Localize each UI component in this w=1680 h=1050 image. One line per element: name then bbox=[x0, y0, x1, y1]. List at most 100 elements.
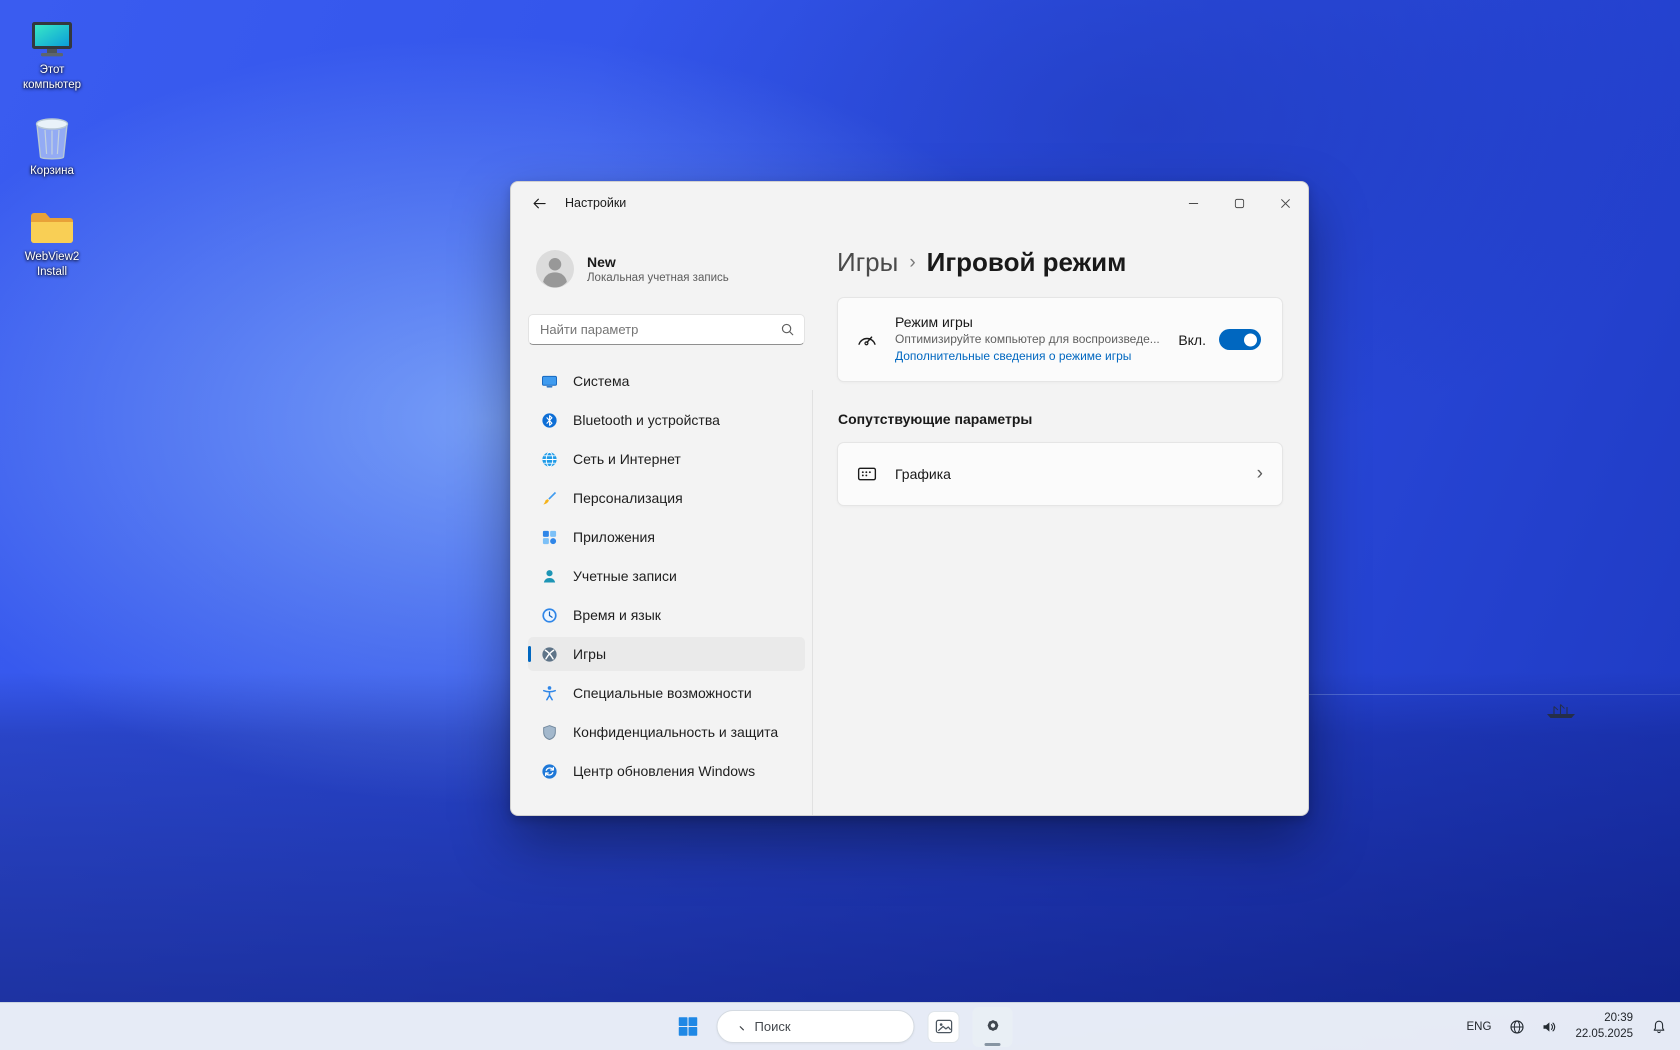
person-icon bbox=[541, 568, 558, 585]
folder-icon bbox=[29, 199, 75, 247]
game-mode-controls: Вкл. bbox=[1178, 329, 1261, 350]
clock-icon bbox=[541, 607, 558, 624]
nav-label: Персонализация bbox=[573, 490, 683, 506]
game-mode-icon bbox=[856, 329, 878, 351]
system-icon bbox=[541, 373, 558, 390]
close-button[interactable] bbox=[1262, 182, 1308, 224]
nav-item-personalization[interactable]: Персонализация bbox=[528, 481, 805, 515]
nav-label: Учетные записи bbox=[573, 568, 677, 584]
nav-item-games[interactable]: Игры bbox=[528, 637, 805, 671]
update-icon bbox=[541, 763, 558, 780]
globe-icon bbox=[541, 451, 558, 468]
toggle-knob bbox=[1244, 333, 1257, 346]
graphics-label: Графика bbox=[895, 466, 1257, 482]
nav-item-time-language[interactable]: Время и язык bbox=[528, 598, 805, 632]
settings-search-input[interactable] bbox=[528, 314, 805, 345]
desktop-icon-label: Корзина bbox=[30, 164, 74, 179]
start-button[interactable] bbox=[668, 1007, 708, 1047]
system-tray: ENG 20:39 22.05.2025 bbox=[1458, 1003, 1674, 1050]
settings-sidebar: New Локальная учетная запись Система bbox=[511, 224, 812, 815]
user-account[interactable]: New Локальная учетная запись bbox=[528, 244, 806, 294]
desktop-icon-this-pc[interactable]: Этот компьютер bbox=[8, 10, 96, 95]
user-name: New bbox=[587, 254, 729, 270]
breadcrumb: Игры › Игровой режим bbox=[837, 242, 1283, 281]
nav-label: Центр обновления Windows bbox=[573, 763, 755, 779]
related-settings-heading: Сопутствующие параметры bbox=[838, 411, 1283, 427]
nav-label: Конфиденциальность и защита bbox=[573, 724, 778, 740]
desktop-icon-webview2-folder[interactable]: WebView2 Install bbox=[8, 197, 96, 282]
notification-bell-icon[interactable] bbox=[1644, 1012, 1674, 1042]
desktop: Этот компьютер Корзина WebView2 Install bbox=[0, 0, 1680, 1050]
window-controls bbox=[1170, 182, 1308, 224]
taskbar: Поиск ENG 20:39 bbox=[0, 1002, 1680, 1050]
tray-date: 22.05.2025 bbox=[1575, 1027, 1633, 1043]
language-indicator[interactable]: ENG bbox=[1458, 1013, 1501, 1041]
nav-item-bluetooth-devices[interactable]: Bluetooth и устройства bbox=[528, 403, 805, 437]
nav-label: Время и язык bbox=[573, 607, 661, 623]
titlebar: Настройки bbox=[511, 182, 1308, 224]
breadcrumb-separator-icon: › bbox=[909, 242, 915, 281]
nav-item-accessibility[interactable]: Специальные возможности bbox=[528, 676, 805, 710]
minimize-button[interactable] bbox=[1170, 182, 1216, 224]
game-mode-card: Режим игры Оптимизируйте компьютер для в… bbox=[837, 297, 1283, 382]
user-text: New Локальная учетная запись bbox=[587, 254, 729, 284]
shield-icon bbox=[541, 724, 558, 741]
settings-app-button[interactable] bbox=[973, 1007, 1013, 1047]
search-icon bbox=[780, 322, 795, 337]
clock[interactable]: 20:39 22.05.2025 bbox=[1566, 1007, 1642, 1046]
nav-label: Система bbox=[573, 373, 629, 389]
desktop-icon-recycle-bin[interactable]: Корзина bbox=[8, 111, 96, 181]
desktop-icon-label: Этот компьютер bbox=[10, 63, 94, 93]
xbox-icon bbox=[541, 646, 558, 663]
game-mode-description: Оптимизируйте компьютер для воспроизведе… bbox=[895, 332, 1164, 346]
game-mode-learn-more-link[interactable]: Дополнительные сведения о режиме игры bbox=[895, 349, 1131, 363]
nav-item-network-internet[interactable]: Сеть и Интернет bbox=[528, 442, 805, 476]
nav-label: Bluetooth и устройства bbox=[573, 412, 720, 428]
settings-window: Настройки New bbox=[510, 181, 1309, 816]
avatar bbox=[536, 250, 574, 288]
nav-item-windows-update[interactable]: Центр обновления Windows bbox=[528, 754, 805, 788]
desktop-icons: Этот компьютер Корзина WebView2 Install bbox=[8, 10, 96, 282]
nav-item-accounts[interactable]: Учетные записи bbox=[528, 559, 805, 593]
gear-icon bbox=[982, 1015, 1003, 1039]
user-account-type: Локальная учетная запись bbox=[587, 272, 729, 284]
photos-app-button[interactable] bbox=[924, 1007, 964, 1047]
settings-content: Игры › Игровой режим Режим игры Оптимизи… bbox=[813, 224, 1308, 815]
breadcrumb-games[interactable]: Игры bbox=[837, 244, 898, 280]
bluetooth-icon bbox=[541, 412, 558, 429]
toggle-state-label: Вкл. bbox=[1178, 332, 1206, 348]
graphics-card[interactable]: Графика › bbox=[837, 442, 1283, 506]
search-icon bbox=[731, 1017, 746, 1037]
this-pc-icon bbox=[29, 12, 75, 60]
maximize-button[interactable] bbox=[1216, 182, 1262, 224]
window-title: Настройки bbox=[565, 196, 626, 210]
desktop-icon-label: WebView2 Install bbox=[10, 250, 94, 280]
nav-label: Приложения bbox=[573, 529, 655, 545]
network-icon[interactable] bbox=[1502, 1012, 1532, 1042]
photos-icon bbox=[928, 1011, 960, 1043]
back-button[interactable] bbox=[523, 188, 555, 218]
nav-item-system[interactable]: Система bbox=[528, 364, 805, 398]
taskbar-search[interactable]: Поиск bbox=[717, 1010, 915, 1043]
nav-item-apps[interactable]: Приложения bbox=[528, 520, 805, 554]
nav-label: Специальные возможности bbox=[573, 685, 752, 701]
accessibility-icon bbox=[541, 685, 558, 702]
settings-nav: Система Bluetooth и устройства Сеть и Ин… bbox=[528, 364, 805, 793]
taskbar-center: Поиск bbox=[668, 1003, 1013, 1050]
taskbar-search-placeholder: Поиск bbox=[755, 1019, 791, 1034]
nav-label: Игры bbox=[573, 646, 606, 662]
volume-icon[interactable] bbox=[1534, 1012, 1564, 1042]
nav-label: Сеть и Интернет bbox=[573, 451, 681, 467]
nav-item-privacy-security[interactable]: Конфиденциальность и защита bbox=[528, 715, 805, 749]
page-title: Игровой режим bbox=[927, 244, 1127, 280]
open-app-indicator bbox=[985, 1043, 1001, 1046]
game-mode-title: Режим игры bbox=[895, 314, 1164, 330]
game-mode-text: Режим игры Оптимизируйте компьютер для в… bbox=[895, 314, 1164, 365]
recycle-bin-icon bbox=[30, 113, 74, 161]
brush-icon bbox=[541, 490, 558, 507]
wallpaper-ship bbox=[1545, 702, 1577, 720]
graphics-icon bbox=[856, 463, 878, 485]
game-mode-toggle[interactable] bbox=[1219, 329, 1261, 350]
apps-icon bbox=[541, 529, 558, 546]
settings-search bbox=[528, 314, 805, 345]
